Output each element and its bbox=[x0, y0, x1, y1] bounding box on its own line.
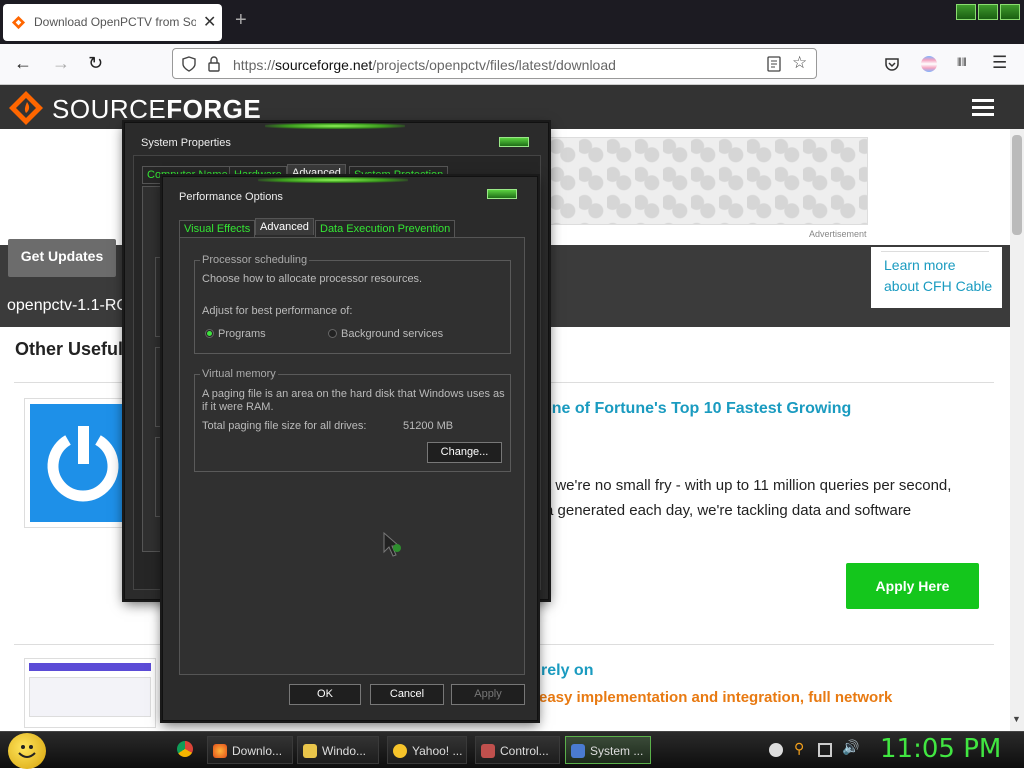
tray-status-icon[interactable] bbox=[769, 743, 783, 757]
browser-tab[interactable]: Download OpenPCTV from So ✕ bbox=[3, 4, 222, 41]
apply-here-button[interactable]: Apply Here bbox=[846, 563, 979, 609]
vm-total-label: Total paging file size for all drives: bbox=[202, 420, 367, 432]
ad-banner[interactable] bbox=[550, 137, 868, 225]
tab-title: Download OpenPCTV from So bbox=[34, 15, 196, 29]
promo-subtitle: easy implementation and integration, ful… bbox=[539, 689, 893, 706]
background-services-radio-label[interactable]: Background services bbox=[341, 328, 443, 340]
chrome-icon[interactable] bbox=[177, 741, 193, 757]
browser-tabbar: Download OpenPCTV from So ✕ + bbox=[0, 0, 1024, 44]
cursor-icon bbox=[383, 532, 401, 557]
maximize-button[interactable] bbox=[978, 4, 998, 20]
dialog-close-button[interactable] bbox=[499, 137, 529, 147]
new-tab-icon[interactable]: + bbox=[235, 9, 247, 32]
promo-thumbnail[interactable] bbox=[24, 658, 156, 728]
minimize-button[interactable] bbox=[956, 4, 976, 20]
account-avatar[interactable] bbox=[921, 56, 937, 72]
tab-visual-effects[interactable]: Visual Effects bbox=[179, 220, 256, 238]
extensions-icon[interactable]: ⦀⦀ bbox=[957, 57, 967, 70]
dialog-close-button[interactable] bbox=[487, 189, 517, 199]
taskbar-item-firefox[interactable]: Downlo... bbox=[207, 736, 293, 764]
promo-description: a generated each day, we're tackling dat… bbox=[545, 502, 912, 519]
volume-icon[interactable]: 🔊 bbox=[842, 739, 859, 755]
menu-icon[interactable]: ☰ bbox=[992, 53, 1007, 73]
tab-close-icon[interactable]: ✕ bbox=[203, 12, 216, 32]
close-window-button[interactable] bbox=[1000, 4, 1020, 20]
learn-more-link-line2[interactable]: about CFH Cable bbox=[884, 276, 992, 297]
network-icon[interactable] bbox=[818, 743, 832, 757]
section-heading: Other Useful bbox=[15, 339, 124, 359]
cancel-button[interactable]: Cancel bbox=[370, 684, 444, 705]
tab-advanced[interactable]: Advanced bbox=[255, 218, 314, 235]
change-button[interactable]: Change... bbox=[427, 442, 502, 463]
shield-icon[interactable] bbox=[181, 56, 197, 72]
search-icon[interactable]: ⚲ bbox=[794, 740, 808, 756]
taskbar-item-windows-explorer[interactable]: Windo... bbox=[297, 736, 379, 764]
smiley-icon bbox=[18, 745, 36, 758]
folder-icon bbox=[303, 744, 317, 758]
performance-options-dialog[interactable]: Performance Options Visual Effects Advan… bbox=[162, 176, 538, 721]
tab-panel: Processor scheduling Choose how to alloc… bbox=[179, 237, 525, 675]
power-logo-icon bbox=[47, 426, 119, 502]
taskbar-item-control-panel[interactable]: Control... bbox=[475, 736, 560, 764]
vm-description: if it were RAM. bbox=[202, 401, 274, 413]
ok-button[interactable]: OK bbox=[289, 684, 361, 705]
window-controls bbox=[956, 4, 1022, 20]
forward-arrow-icon[interactable]: → bbox=[52, 53, 70, 74]
group-title: Processor scheduling bbox=[200, 254, 310, 266]
title-glow bbox=[258, 177, 408, 183]
virtual-memory-group: Virtual memory A paging file is an area … bbox=[194, 368, 511, 472]
taskbar: Downlo... Windo... Yahoo! ... Control...… bbox=[0, 731, 1024, 769]
yahoo-messenger-icon bbox=[393, 744, 407, 758]
programs-radio-label[interactable]: Programs bbox=[218, 328, 266, 340]
lock-icon[interactable] bbox=[207, 56, 221, 72]
url-text: https://sourceforge.net/projects/openpct… bbox=[233, 57, 616, 73]
hamburger-menu-icon[interactable] bbox=[972, 99, 994, 117]
learn-more-link-line1[interactable]: Learn more bbox=[884, 255, 992, 276]
group-title: Virtual memory bbox=[200, 368, 278, 380]
promo-title-link[interactable]: rely on bbox=[541, 662, 593, 680]
dialog-title: Performance Options bbox=[179, 191, 283, 203]
vm-total-value: 51200 MB bbox=[403, 420, 454, 432]
promo-logo[interactable] bbox=[24, 398, 125, 528]
processor-description: Choose how to allocate processor resourc… bbox=[202, 273, 423, 285]
scroll-down-icon[interactable]: ▼ bbox=[1012, 714, 1021, 724]
sourceforge-favicon-icon bbox=[11, 15, 26, 30]
start-button[interactable] bbox=[8, 733, 46, 769]
pocket-icon[interactable] bbox=[884, 57, 900, 72]
promo-description: t we're no small fry - with up to 11 mil… bbox=[547, 477, 952, 494]
title-glow bbox=[265, 123, 405, 129]
clock[interactable]: 11:05 PM bbox=[880, 734, 1001, 764]
bookmark-star-icon[interactable]: ☆ bbox=[792, 53, 807, 73]
programs-radio[interactable] bbox=[205, 329, 214, 338]
background-services-radio[interactable] bbox=[328, 329, 337, 338]
adjust-label: Adjust for best performance of: bbox=[202, 305, 353, 317]
firefox-icon bbox=[213, 744, 227, 758]
get-updates-button[interactable]: Get Updates bbox=[8, 239, 116, 277]
learn-more-box[interactable]: Learn more about CFH Cable bbox=[871, 247, 1002, 308]
browser-navbar: ← → ↻ https://sourceforge.net/projects/o… bbox=[0, 44, 1024, 85]
taskbar-item-system[interactable]: System ... bbox=[565, 736, 651, 764]
control-panel-icon bbox=[481, 744, 495, 758]
promo-title-link[interactable]: one of Fortune's Top 10 Fastest Growing bbox=[542, 400, 851, 418]
url-bar[interactable]: https://sourceforge.net/projects/openpct… bbox=[172, 48, 817, 79]
apply-button[interactable]: Apply bbox=[451, 684, 525, 705]
tab-data-execution-prevention[interactable]: Data Execution Prevention bbox=[315, 220, 456, 238]
reload-icon[interactable]: ↻ bbox=[88, 53, 103, 74]
sourceforge-logo-icon[interactable] bbox=[8, 90, 44, 126]
dialog-title: System Properties bbox=[141, 137, 231, 149]
system-icon bbox=[571, 744, 585, 758]
back-arrow-icon[interactable]: ← bbox=[14, 53, 32, 74]
download-filename: openpctv-1.1-RC bbox=[7, 297, 128, 314]
page-scrollbar[interactable]: ▼ bbox=[1010, 129, 1024, 731]
processor-scheduling-group: Processor scheduling Choose how to alloc… bbox=[194, 254, 511, 354]
ad-label: Advertisement bbox=[809, 229, 867, 239]
vm-description: A paging file is an area on the hard dis… bbox=[202, 388, 505, 400]
scroll-thumb[interactable] bbox=[1012, 135, 1022, 235]
taskbar-item-yahoo[interactable]: Yahoo! ... bbox=[387, 736, 467, 764]
reader-view-icon[interactable] bbox=[767, 56, 781, 72]
site-logo[interactable]: SOURCEFORGE bbox=[52, 94, 261, 125]
